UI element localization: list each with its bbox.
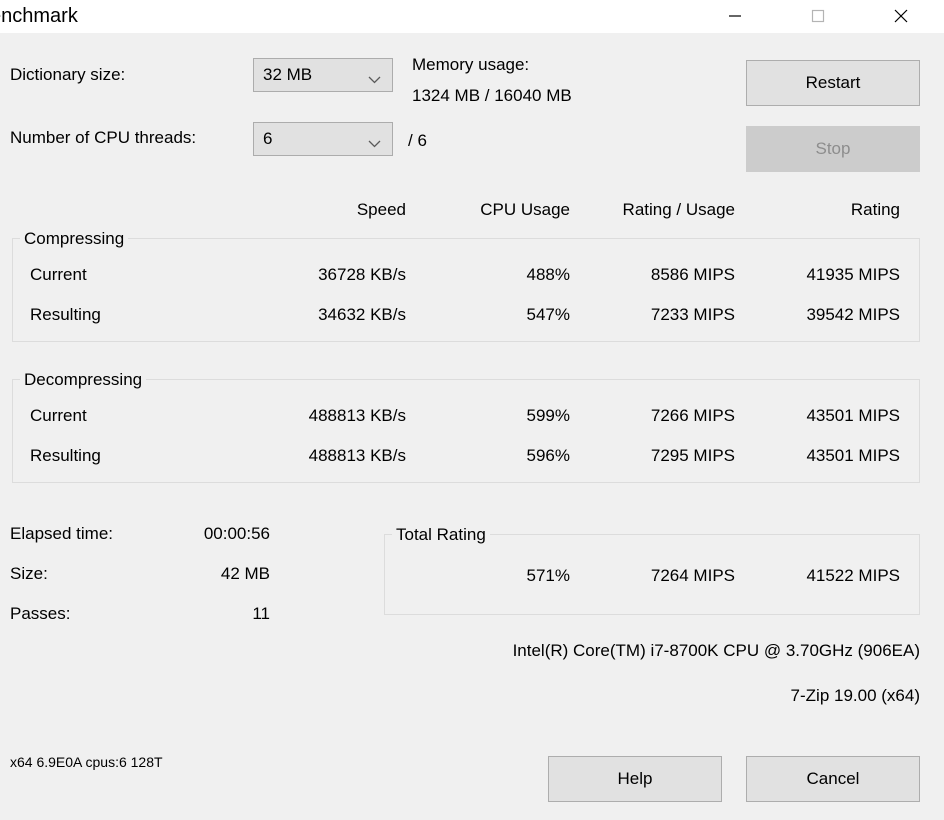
cpu-threads-select[interactable]: 6 [253,122,393,156]
row-rating: 41935 MIPS [806,265,900,284]
compressing-group [12,238,920,342]
size-value: 42 MB [220,564,270,583]
column-header-rating: Rating [850,200,900,219]
row-label: Resulting [30,305,101,324]
chevron-down-icon [368,71,381,84]
cpu-threads-label: Number of CPU threads: [10,128,197,147]
restart-button[interactable]: Restart [746,60,920,106]
memory-usage-value: 1324 MB / 16040 MB [412,86,572,105]
row-rating: 39542 MIPS [806,305,900,324]
help-button[interactable]: Help [548,756,722,802]
row-label: Current [30,406,87,425]
passes-value: 11 [252,604,270,623]
cpu-info-text: Intel(R) Core(TM) i7-8700K CPU @ 3.70GHz… [512,641,920,660]
status-bar-text: x64 6.9E0A cpus:6 128T [10,754,163,770]
window-title: enchmark [0,5,78,27]
row-rating: 43501 MIPS [806,446,900,465]
title-bar: enchmark [0,0,944,33]
minimize-button[interactable] [712,0,758,31]
row-rating: 43501 MIPS [806,406,900,425]
maximize-button[interactable] [795,0,841,31]
cpu-threads-max-label: / 6 [408,131,427,150]
chevron-down-icon [368,135,381,148]
dictionary-size-select[interactable]: 32 MB [253,58,393,92]
passes-label: Passes: [10,604,71,623]
close-icon [893,8,909,24]
maximize-icon [811,9,825,23]
decompressing-group [12,379,920,483]
total-rating-rating: 41522 MIPS [806,566,900,585]
minimize-icon [728,9,742,23]
row-label: Current [30,265,87,284]
compressing-group-title: Compressing [20,229,129,249]
benchmark-dialog: enchmark Dictionary size: 32 MB Memory u… [0,0,944,820]
dictionary-size-value: 32 MB [263,65,313,84]
memory-usage-label: Memory usage: [412,55,530,74]
cpu-threads-value: 6 [263,129,273,148]
elapsed-time-value: 00:00:56 [203,524,270,543]
decompressing-group-title: Decompressing [20,370,147,390]
close-button[interactable] [878,0,924,31]
cancel-button[interactable]: Cancel [746,756,920,802]
size-label: Size: [10,564,48,583]
stop-button[interactable]: Stop [746,126,920,172]
dictionary-size-label: Dictionary size: [10,65,126,84]
version-text: 7-Zip 19.00 (x64) [790,686,920,705]
total-rating-group-title: Total Rating [392,525,490,545]
row-label: Resulting [30,446,101,465]
